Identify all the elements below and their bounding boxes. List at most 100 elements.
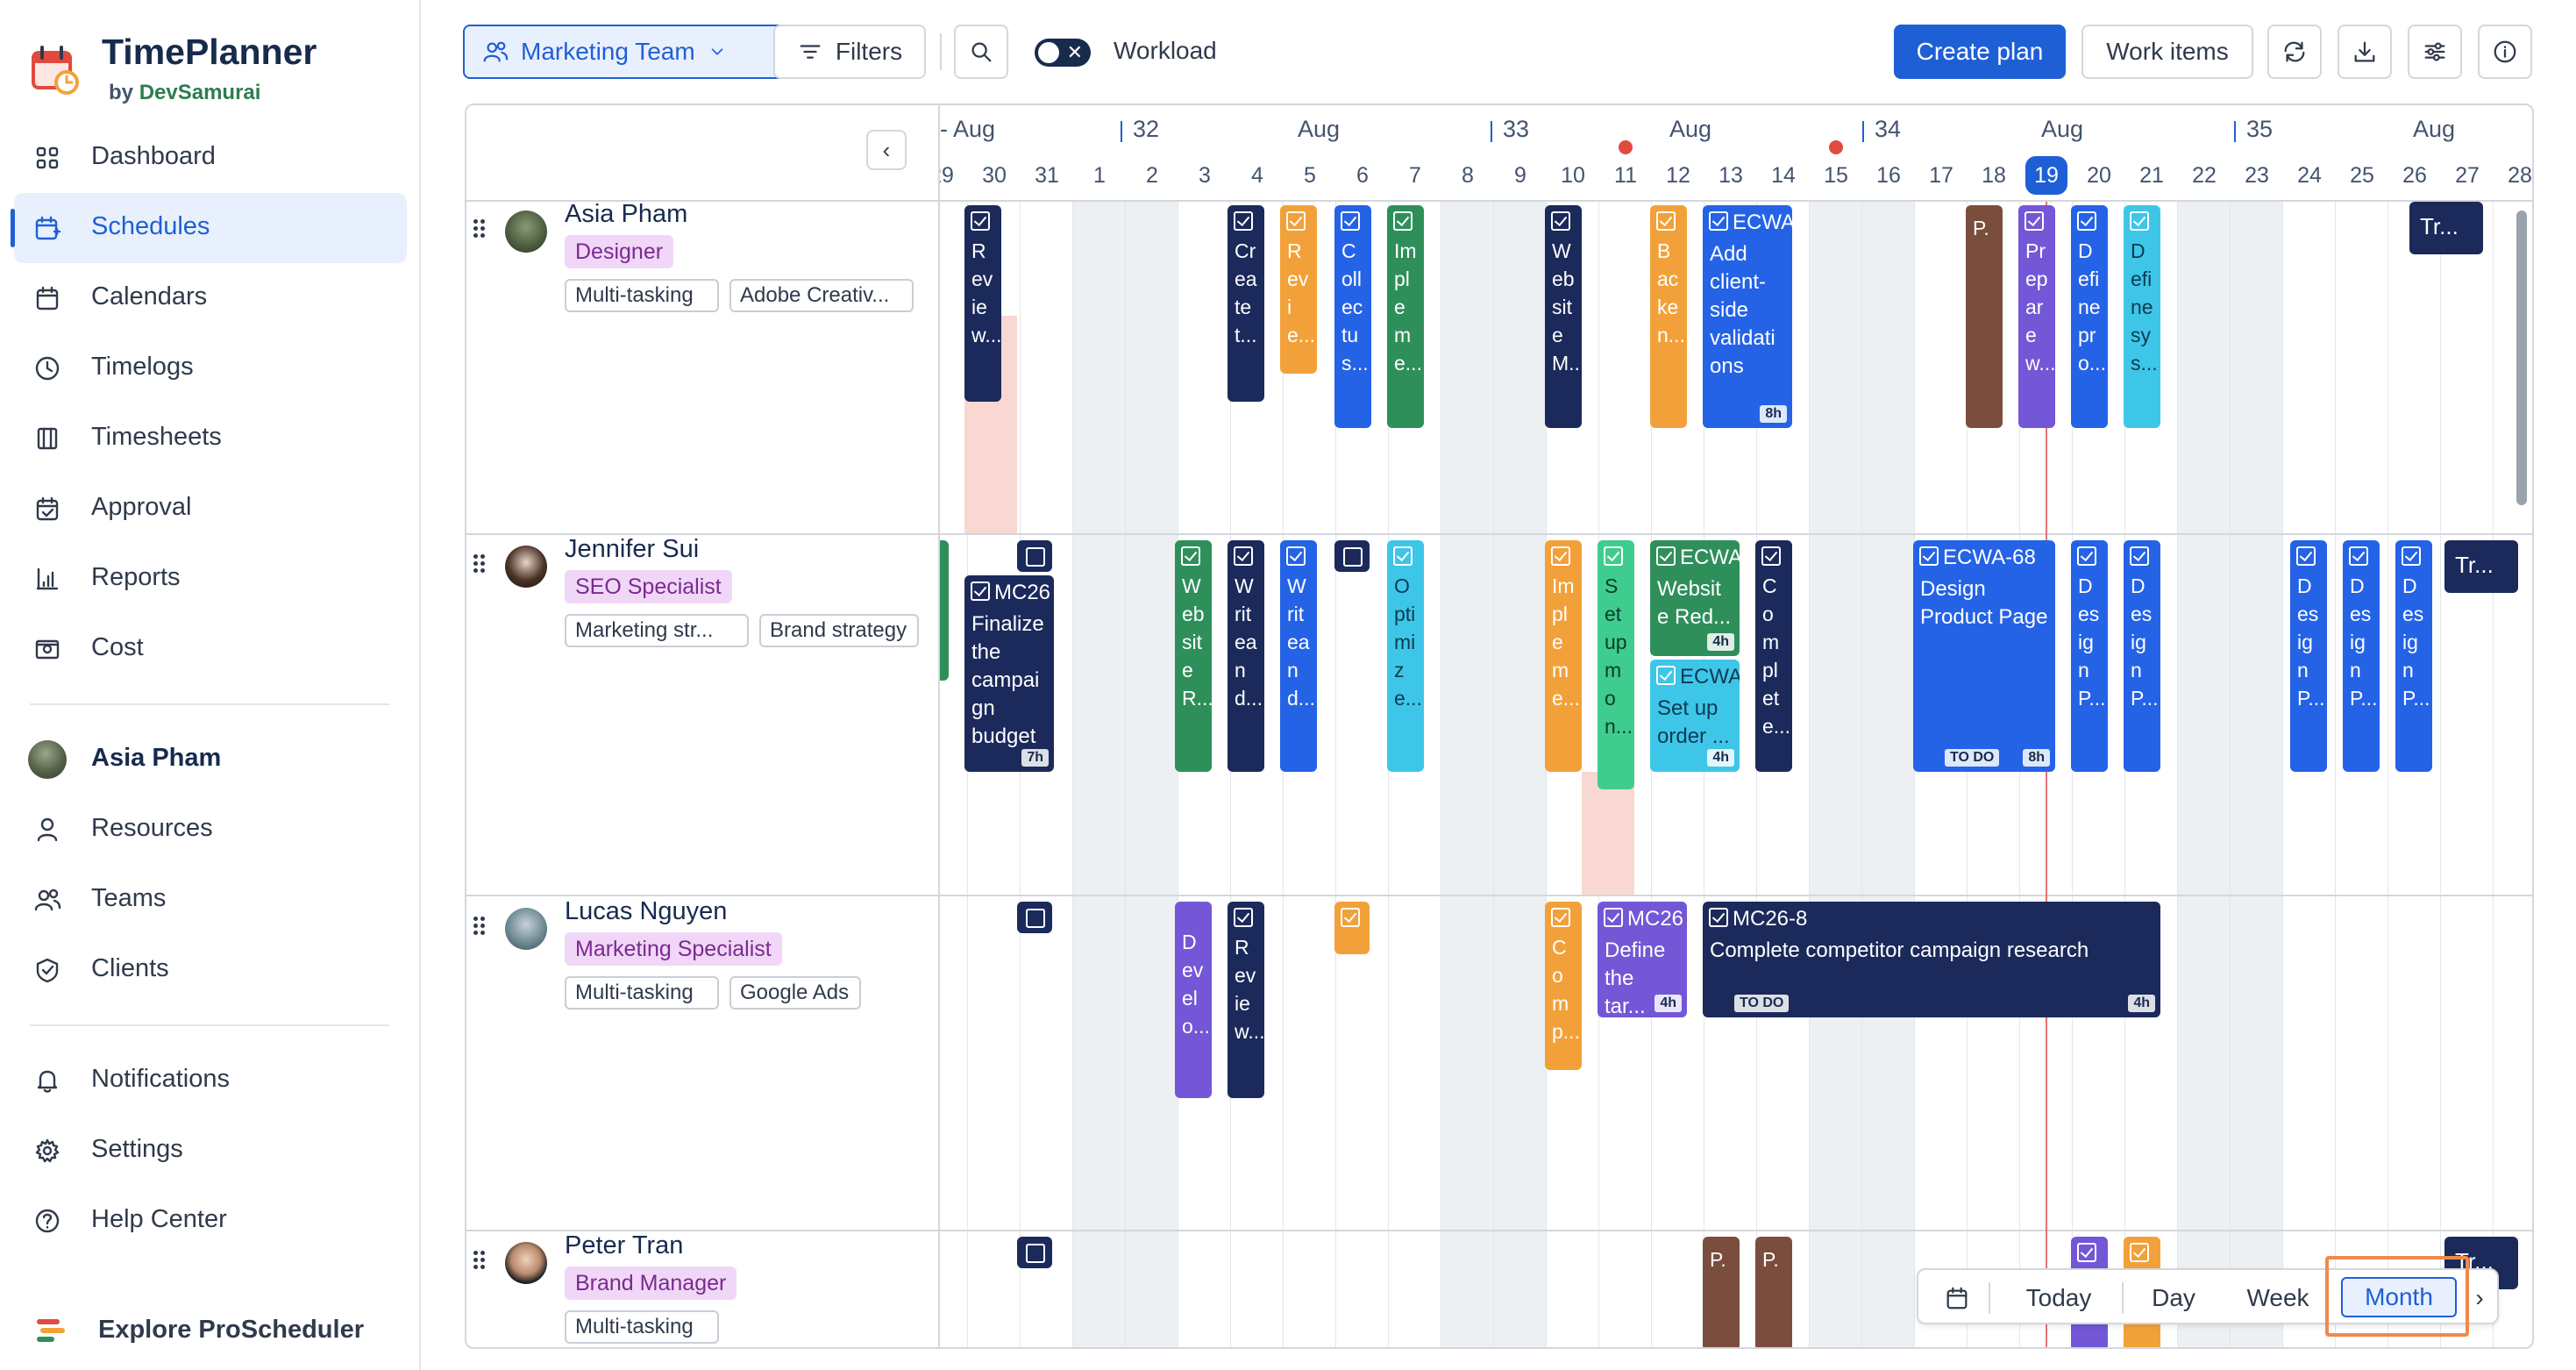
workload-toggle[interactable]: ✕ <box>1035 39 1091 67</box>
task-card[interactable]: WebsiteR... <box>1175 540 1212 772</box>
work-items-button[interactable]: Work items <box>2081 25 2253 79</box>
refresh-icon <box>2284 41 2305 62</box>
create-plan-button[interactable]: Create plan <box>1894 25 2066 79</box>
nav-item-cost[interactable]: Cost <box>14 614 407 684</box>
team-selector[interactable]: Marketing Team <box>463 25 805 79</box>
task-card[interactable]: MC26-8 Complete competitor campaign rese… <box>1703 902 2160 1017</box>
task-card[interactable]: Setupmon... <box>1598 540 1634 789</box>
drag-handle-icon[interactable] <box>473 917 487 939</box>
download-button[interactable] <box>2338 25 2392 79</box>
drag-handle-icon[interactable] <box>473 1251 487 1274</box>
task-card[interactable]: P. <box>1755 1237 1792 1347</box>
task-card[interactable]: Definepro... <box>2071 205 2108 428</box>
task-checkbox-icon <box>1656 211 1676 231</box>
timeline-grid[interactable]: Review... Create t... Revie... Collectus… <box>940 105 2532 1347</box>
week-number: 35 <box>2246 116 2274 142</box>
plan-pill[interactable]: Tr... <box>2409 202 2483 254</box>
task-card[interactable]: Create t... <box>1228 205 1264 402</box>
task-card[interactable]: Revie... <box>1280 205 1317 374</box>
task-card[interactable]: Definesys... <box>2124 205 2160 428</box>
date-picker-button[interactable] <box>1939 1281 1975 1316</box>
nav-item-dashboard[interactable]: Dashboard <box>14 123 407 193</box>
task-card[interactable]: Writeand... <box>1228 540 1264 772</box>
task-card[interactable]: Review... <box>1228 902 1264 1098</box>
help-icon <box>33 1207 61 1235</box>
task-card[interactable]: DesignP... <box>2395 540 2432 772</box>
nav-item-resources[interactable]: Resources <box>14 795 407 865</box>
task-card[interactable]: DesignP... <box>2071 540 2108 772</box>
nav-item-calendars[interactable]: Calendars <box>14 263 407 333</box>
day-label: 28 <box>2508 163 2532 188</box>
nav-item-help-center[interactable]: Help Center <box>14 1186 407 1256</box>
task-card[interactable]: ECWA-68 Design Product Page TO DO 8h <box>1913 540 2055 772</box>
task-card[interactable]: ECWA Website Red... 4h <box>1650 540 1740 656</box>
search-button[interactable] <box>954 25 1008 79</box>
plan-pill[interactable]: Tr... <box>2444 540 2518 593</box>
task-card[interactable]: ECWA Add client-side validations 8h <box>1703 205 1792 428</box>
task-card[interactable]: DesignP... <box>2343 540 2380 772</box>
day-label: 15 <box>1824 163 1848 188</box>
nav-item-current-user[interactable]: Asia Pham <box>14 724 407 795</box>
task-card[interactable]: ECWA Set up order ... 4h <box>1650 660 1740 772</box>
task-card[interactable]: Review... <box>964 205 1001 402</box>
day-label: 18 <box>1982 163 2006 188</box>
task-checkbox-icon <box>1604 546 1623 566</box>
calendar-event-icon[interactable] <box>1017 540 1052 572</box>
task-card[interactable]: Writeand... <box>1280 540 1317 772</box>
nav-item-teams[interactable]: Teams <box>14 865 407 935</box>
schedule-board: ‹ Asia Pham Designer Multi-tasking Adobe… <box>465 103 2534 1349</box>
task-card[interactable]: Complete... <box>1755 540 1792 772</box>
task-card[interactable]: Optimize... <box>1387 540 1424 772</box>
task-card[interactable]: Comp... <box>1545 902 1582 1070</box>
task-card[interactable]: WebsiteM... <box>1545 205 1582 428</box>
brand[interactable]: TimePlanner by DevSamurai <box>26 32 403 111</box>
task-card[interactable]: Preparew... <box>2018 205 2055 428</box>
task-card[interactable]: MC26 Define the tar... 4h <box>1598 902 1687 1017</box>
today-button[interactable]: Today <box>2006 1281 2111 1316</box>
collapse-column-button[interactable]: ‹ <box>866 130 907 170</box>
week-view-button[interactable]: Week <box>2236 1281 2320 1316</box>
nav-item-schedules[interactable]: Schedules <box>11 193 407 263</box>
task-card[interactable] <box>940 540 949 681</box>
info-button[interactable] <box>2478 25 2532 79</box>
drag-handle-icon[interactable] <box>473 219 487 242</box>
task-card[interactable]: DesignP... <box>2290 540 2327 772</box>
task-card[interactable] <box>1334 902 1370 954</box>
task-title: Backen... <box>1657 239 1685 346</box>
task-title: Setupmon... <box>1605 574 1633 738</box>
nav-item-notifications[interactable]: Notifications <box>14 1045 407 1116</box>
row-divider <box>940 895 2532 896</box>
nav-item-approval[interactable]: Approval <box>14 474 407 544</box>
nav-item-timelogs[interactable]: Timelogs <box>14 333 407 403</box>
nav-item-settings[interactable]: Settings <box>14 1116 407 1186</box>
task-card[interactable]: P. <box>1966 205 2003 428</box>
task-title: Review... <box>971 239 1001 346</box>
refresh-button[interactable] <box>2267 25 2322 79</box>
calendar-event-icon[interactable] <box>1017 1237 1052 1268</box>
vertical-scrollbar[interactable] <box>2516 210 2527 505</box>
task-card[interactable]: P. <box>1703 1237 1740 1347</box>
nav-label: Help Center <box>91 1205 227 1233</box>
task-card[interactable]: Impleme... <box>1545 540 1582 772</box>
nav-item-reports[interactable]: Reports <box>14 544 407 614</box>
filters-button[interactable]: Filters <box>773 25 926 79</box>
view-settings-button[interactable] <box>2408 25 2462 79</box>
task-card[interactable]: Backen... <box>1650 205 1687 428</box>
month-view-button[interactable]: Month <box>2341 1277 2457 1317</box>
explore-proscheduler-link[interactable]: Explore ProScheduler <box>14 1296 407 1366</box>
task-checkbox-icon <box>1551 546 1570 566</box>
task-card[interactable]: Develo... <box>1175 902 1212 1098</box>
nav-item-timesheets[interactable]: Timesheets <box>14 403 407 474</box>
day-view-button[interactable]: Day <box>2134 1281 2213 1316</box>
calendar-event-icon[interactable] <box>1334 540 1370 572</box>
calendar-event-icon[interactable] <box>1017 902 1052 933</box>
resource-name: Peter Tran <box>565 1231 684 1259</box>
user-icon <box>33 816 61 844</box>
nav-item-clients[interactable]: Clients <box>14 935 407 1005</box>
task-card[interactable]: Impleme... <box>1387 205 1424 428</box>
drag-handle-icon[interactable] <box>473 554 487 577</box>
task-card[interactable]: DesignP... <box>2124 540 2160 772</box>
next-period-button[interactable]: › <box>2464 1281 2495 1316</box>
task-card[interactable]: Collectus... <box>1334 205 1371 428</box>
task-card[interactable]: MC26 Finalize the campaign budget 7h <box>964 575 1054 772</box>
